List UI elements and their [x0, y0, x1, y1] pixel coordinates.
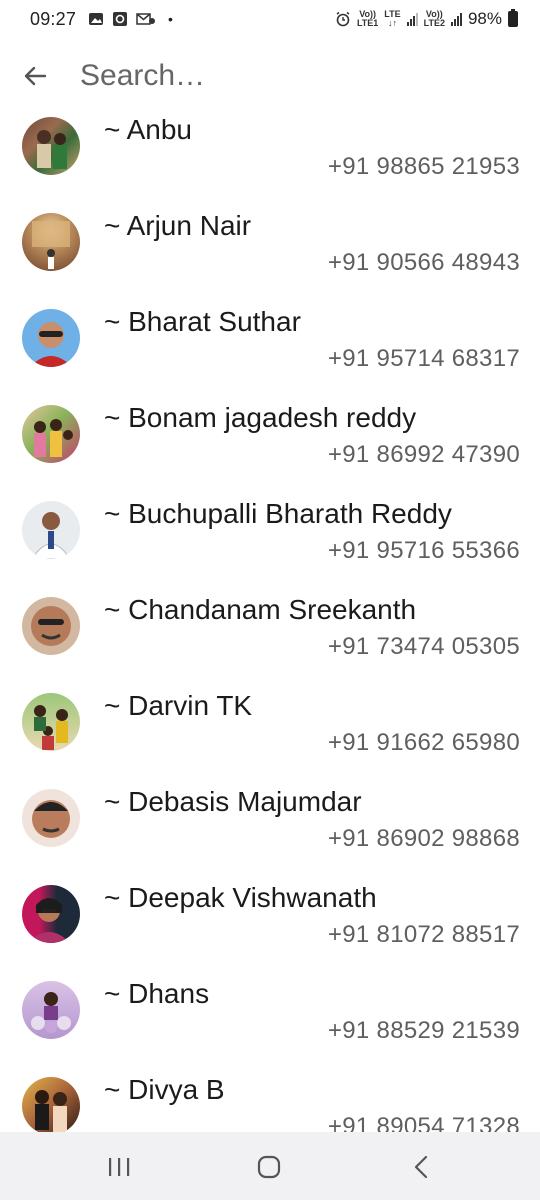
- list-item[interactable]: ~ Bharat Suthar +91 95714 68317: [0, 294, 540, 390]
- avatar: [22, 309, 80, 367]
- list-item[interactable]: ~ Darvin TK +91 91662 65980: [0, 678, 540, 774]
- contact-name: ~ Chandanam Sreekanth: [104, 594, 417, 625]
- arrow-left-icon: [24, 66, 47, 86]
- list-item[interactable]: ~ Bonam jagadesh reddy +91 86992 47390: [0, 390, 540, 486]
- list-item[interactable]: ~ Debasis Majumdar +91 86902 98868: [0, 774, 540, 870]
- screenshot-icon: [113, 12, 128, 26]
- contact-phone: +91 95716 55366: [327, 537, 520, 564]
- avatar: [22, 117, 80, 175]
- contact-name: ~ Anbu: [104, 114, 192, 145]
- signal-icon-1: [406, 12, 418, 26]
- contact-list: ~ Anbu +91 98865 21953 ~ Arjun Nair +91 …: [0, 102, 540, 1132]
- list-item[interactable]: ~ Divya B +91 89054 71328: [0, 1062, 540, 1132]
- contact-name: ~ Darvin TK: [104, 690, 253, 721]
- contact-phone: +91 86992 47390: [327, 441, 520, 468]
- contact-name: ~ Divya B: [104, 1074, 225, 1105]
- contact-name: ~ Bharat Suthar: [104, 306, 301, 337]
- avatar: [22, 405, 80, 463]
- avatar: [22, 789, 80, 847]
- lte-label: LTE ↓↑: [384, 9, 401, 28]
- list-item[interactable]: ~ Anbu +91 98865 21953: [0, 102, 540, 198]
- avatar: [22, 597, 80, 655]
- back-button[interactable]: [18, 59, 52, 93]
- avatar: [22, 501, 80, 559]
- status-bar: 09:27 • Vo)) LTE1 LTE ↓↑ Vo)) LTE2 98%: [0, 0, 540, 38]
- contact-phone: +91 91662 65980: [327, 729, 520, 756]
- contact-name: ~ Deepak Vishwanath: [104, 882, 377, 913]
- avatar: [22, 1077, 80, 1132]
- back-icon: [414, 1155, 428, 1179]
- navigation-bar: [0, 1132, 540, 1200]
- mail-icon: [136, 13, 156, 25]
- contact-phone: +91 86902 98868: [327, 825, 520, 852]
- contact-name: ~ Debasis Majumdar: [104, 786, 362, 817]
- contact-phone: +91 89054 71328: [327, 1113, 520, 1132]
- sim1-label: Vo)) LTE1: [356, 9, 379, 28]
- status-left: 09:27 •: [30, 9, 173, 30]
- battery-icon: [508, 9, 518, 27]
- status-right: Vo)) LTE1 LTE ↓↑ Vo)) LTE2 98%: [335, 9, 518, 29]
- contact-phone: +91 98865 21953: [327, 153, 520, 180]
- avatar: [22, 693, 80, 751]
- contact-name: ~ Dhans: [104, 978, 210, 1009]
- avatar: [22, 213, 80, 271]
- status-time: 09:27: [30, 8, 77, 29]
- sim2-label: Vo)) LTE2: [423, 9, 445, 28]
- back-nav-button[interactable]: [406, 1152, 436, 1182]
- contact-phone: +91 81072 88517: [327, 921, 520, 948]
- recent-apps-button[interactable]: [104, 1152, 134, 1182]
- list-item[interactable]: ~ Arjun Nair +91 90566 48943: [0, 198, 540, 294]
- gallery-icon: [89, 13, 104, 25]
- contact-name: ~ Buchupalli Bharath Reddy: [104, 498, 452, 529]
- signal-icon-2: [450, 12, 462, 26]
- search-bar: [0, 50, 540, 100]
- contact-phone: +91 73474 05305: [327, 633, 520, 660]
- contact-phone: +91 90566 48943: [327, 249, 520, 276]
- notification-dot: •: [168, 11, 173, 27]
- recent-apps-icon: [109, 1158, 130, 1176]
- list-item[interactable]: ~ Buchupalli Bharath Reddy +91 95716 553…: [0, 486, 540, 582]
- list-item[interactable]: ~ Deepak Vishwanath +91 81072 88517: [0, 870, 540, 966]
- battery-percent: 98%: [467, 9, 502, 28]
- contact-phone: +91 95714 68317: [327, 345, 520, 372]
- list-item[interactable]: ~ Chandanam Sreekanth +91 73474 05305: [0, 582, 540, 678]
- home-button[interactable]: [254, 1152, 284, 1182]
- contact-phone: +91 88529 21539: [327, 1017, 520, 1044]
- search-input[interactable]: [80, 56, 520, 96]
- list-item[interactable]: ~ Dhans +91 88529 21539: [0, 966, 540, 1062]
- contact-name: ~ Arjun Nair: [104, 210, 252, 241]
- avatar: [22, 885, 80, 943]
- avatar: [22, 981, 80, 1039]
- home-icon: [257, 1155, 281, 1179]
- contact-name: ~ Bonam jagadesh reddy: [104, 402, 417, 433]
- alarm-icon: [336, 11, 350, 27]
